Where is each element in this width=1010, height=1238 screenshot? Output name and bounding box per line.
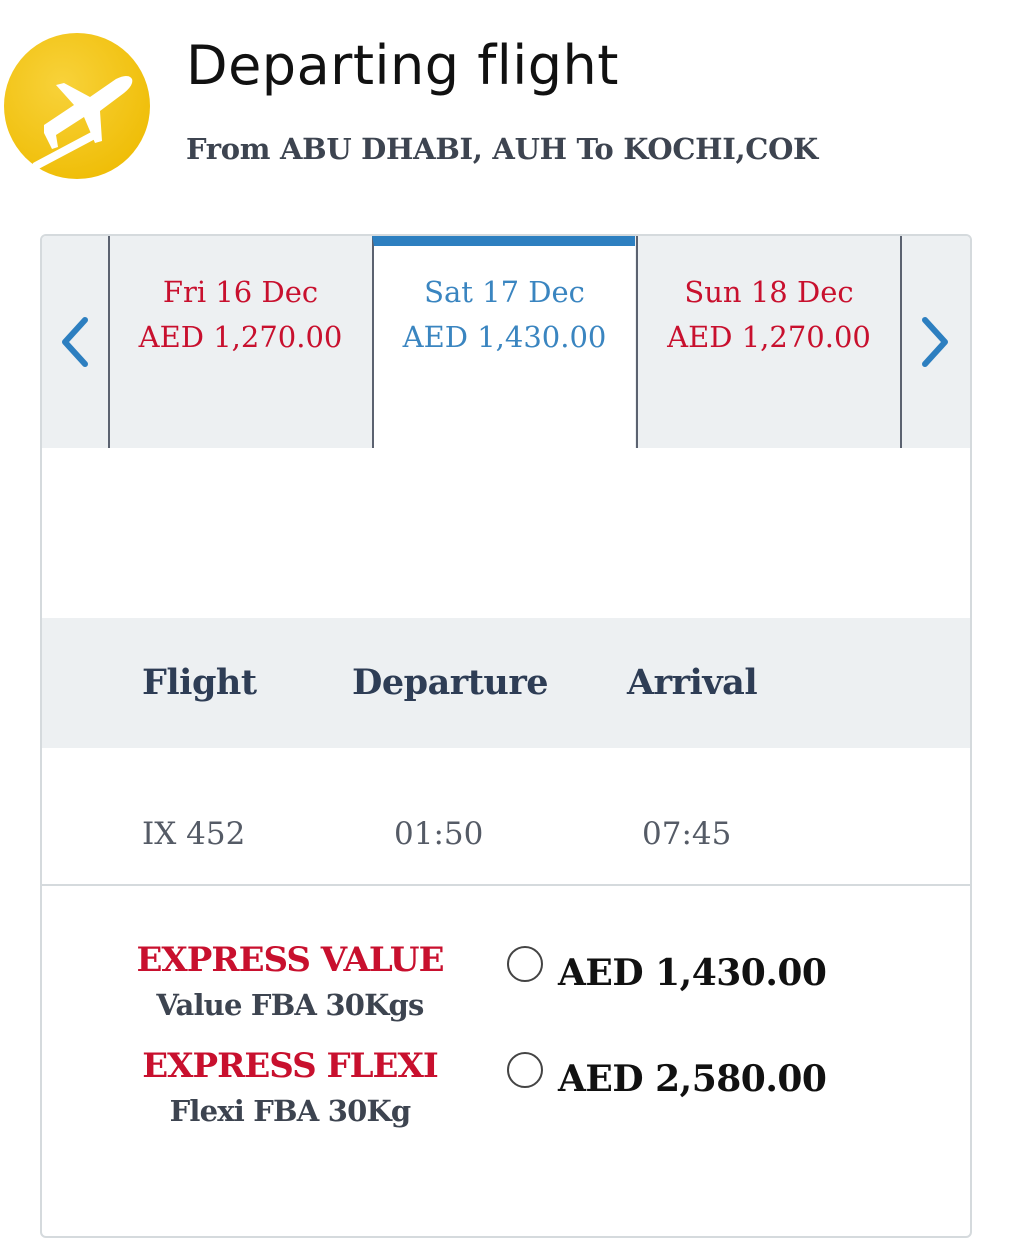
date-tab-day: Sun 18 Dec bbox=[684, 275, 854, 309]
date-strip: Fri 16 Dec AED 1,270.00 Sat 17 Dec AED 1… bbox=[42, 236, 970, 448]
fare-option-express-flexi: EXPRESS FLEXI Flexi FBA 30Kg AED 2,580.0… bbox=[42, 1046, 970, 1146]
fare-description: Value FBA 30Kgs bbox=[156, 988, 424, 1022]
chevron-left-icon bbox=[62, 317, 88, 367]
flight-table-header: Flight Departure Arrival bbox=[42, 618, 970, 748]
flight-number: IX 452 bbox=[142, 816, 246, 852]
fare-price: AED 1,430.00 bbox=[558, 952, 827, 994]
column-header-departure: Departure bbox=[352, 662, 549, 703]
prev-date-button[interactable] bbox=[42, 236, 108, 448]
table-row: IX 452 01:50 07:45 bbox=[42, 748, 970, 886]
fare-radio-express-flexi[interactable] bbox=[507, 1052, 543, 1088]
column-header-arrival: Arrival bbox=[627, 662, 758, 703]
fare-radio-express-value[interactable] bbox=[507, 946, 543, 982]
fare-option-express-value: EXPRESS VALUE Value FBA 30Kgs AED 1,430.… bbox=[42, 940, 970, 1040]
departure-time: 01:50 bbox=[394, 816, 484, 852]
date-tab-price: AED 1,430.00 bbox=[402, 320, 607, 354]
date-tab-day: Fri 16 Dec bbox=[162, 275, 319, 309]
column-header-flight: Flight bbox=[142, 662, 257, 703]
arrival-time: 07:45 bbox=[642, 816, 732, 852]
fare-name: EXPRESS VALUE bbox=[136, 940, 445, 980]
date-tab-day: Sat 17 Dec bbox=[424, 275, 585, 309]
route-subtitle: From ABU DHABI, AUH To KOCHI,COK bbox=[186, 132, 818, 166]
fare-price: AED 2,580.00 bbox=[558, 1058, 827, 1100]
plane-takeoff-icon bbox=[4, 33, 151, 180]
date-tab-fri-16-dec[interactable]: Fri 16 Dec AED 1,270.00 bbox=[108, 236, 371, 448]
page-title: Departing flight bbox=[186, 34, 619, 97]
date-tab-price: AED 1,270.00 bbox=[667, 320, 871, 354]
flight-selection-card: Fri 16 Dec AED 1,270.00 Sat 17 Dec AED 1… bbox=[40, 234, 972, 1238]
fare-name: EXPRESS FLEXI bbox=[142, 1046, 438, 1086]
chevron-right-icon bbox=[922, 317, 948, 367]
date-tab-sat-17-dec[interactable]: Sat 17 Dec AED 1,430.00 bbox=[372, 236, 635, 448]
date-tab-price: AED 1,270.00 bbox=[138, 320, 343, 354]
fare-description: Flexi FBA 30Kg bbox=[169, 1094, 412, 1128]
date-tab-sun-18-dec[interactable]: Sun 18 Dec AED 1,270.00 bbox=[636, 236, 902, 448]
next-date-button[interactable] bbox=[902, 236, 968, 448]
